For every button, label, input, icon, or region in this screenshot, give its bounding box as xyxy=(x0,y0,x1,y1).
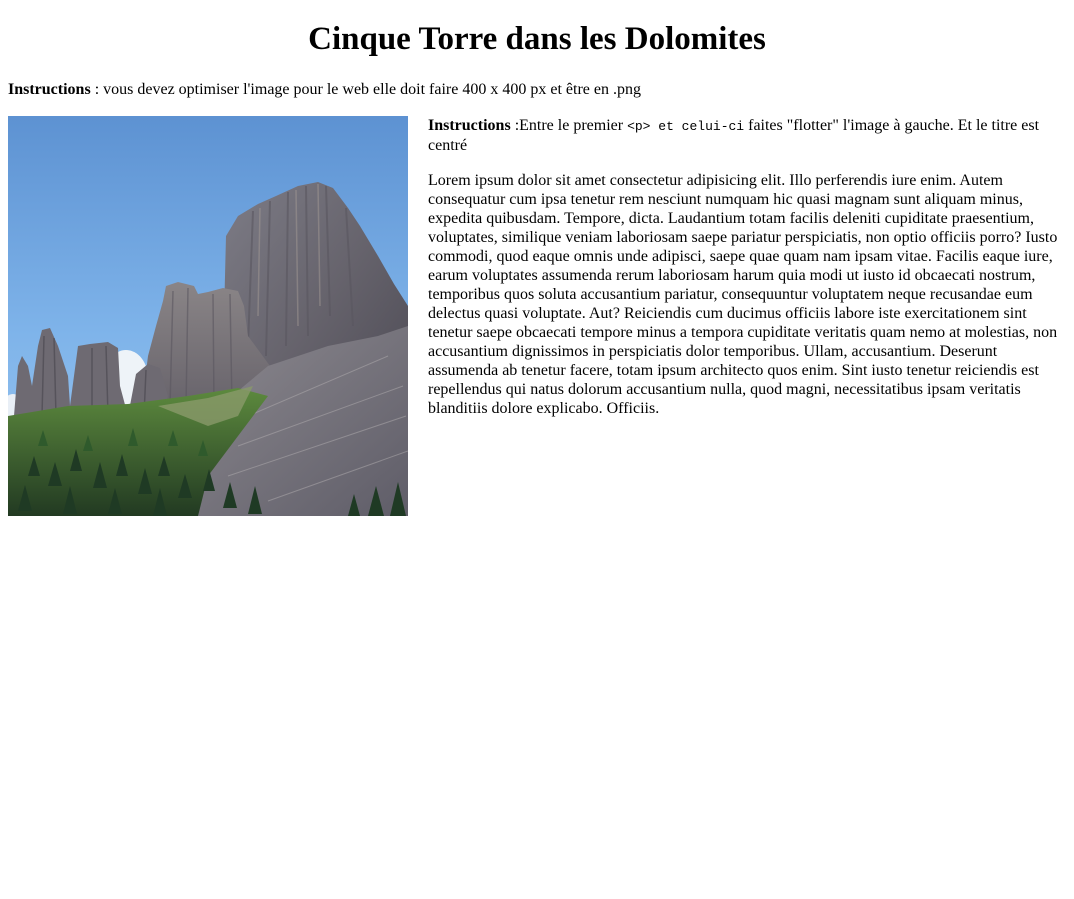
float-instructions-label: Instructions xyxy=(428,117,511,134)
intro-label: Instructions xyxy=(8,81,91,98)
mountain-image xyxy=(8,116,408,516)
intro-text: : vous devez optimiser l'image pour le w… xyxy=(90,81,641,98)
intro-paragraph: Instructions : vous devez optimiser l'im… xyxy=(8,80,1066,99)
float-instructions-text-before: :Entre le premier xyxy=(510,117,628,134)
float-instructions-code: <p> et celui-ci xyxy=(627,119,745,134)
page-title: Cinque Torre dans les Dolomites xyxy=(308,21,766,57)
